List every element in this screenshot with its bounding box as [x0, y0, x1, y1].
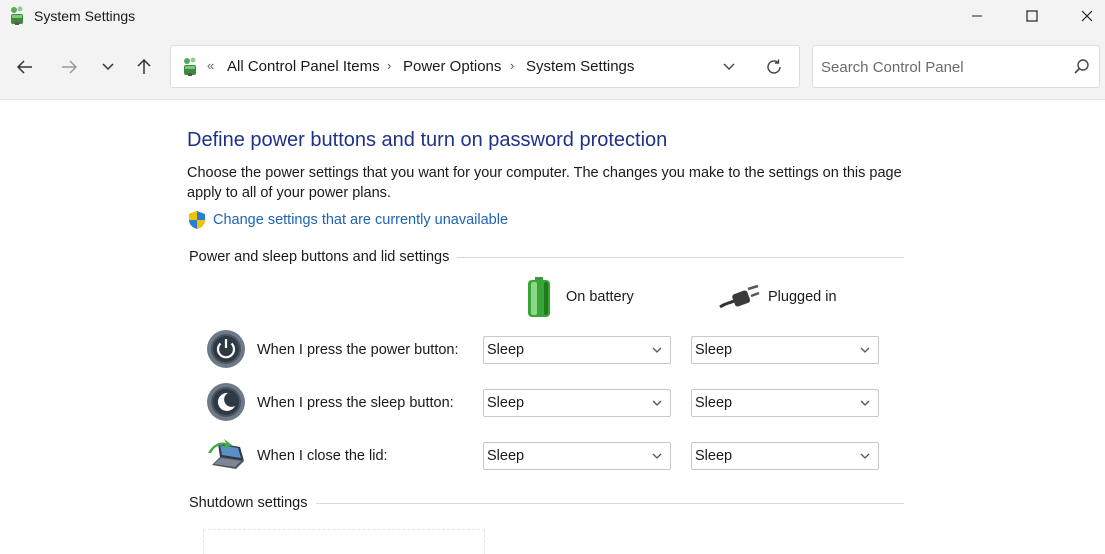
- chevron-down-icon: [860, 400, 870, 406]
- search-box[interactable]: [812, 45, 1100, 88]
- power-button-icon: [207, 330, 245, 368]
- close-lid-battery-select[interactable]: Sleep: [483, 442, 671, 470]
- page-description: Choose the power settings that you want …: [187, 165, 902, 201]
- arrow-up-icon: [137, 58, 151, 74]
- address-bar[interactable]: « All Control Panel Items › Power Option…: [170, 45, 800, 88]
- shutdown-settings-group: [203, 529, 485, 554]
- power-plug-icon: [719, 284, 760, 309]
- breadcrumb-all-control-panel-items[interactable]: All Control Panel Items: [227, 58, 380, 75]
- chevron-down-icon: [860, 453, 870, 459]
- power-button-battery-select[interactable]: Sleep: [483, 336, 671, 364]
- navigation-bar: « All Control Panel Items › Power Option…: [0, 34, 1105, 100]
- laptop-lid-icon: [208, 439, 244, 469]
- column-on-battery: On battery: [566, 289, 634, 305]
- sleep-button-battery-select[interactable]: Sleep: [483, 389, 671, 417]
- search-input[interactable]: [821, 56, 1061, 78]
- arrow-left-icon: [16, 60, 32, 74]
- selected-value: Sleep: [487, 395, 525, 411]
- selected-value: Sleep: [695, 448, 733, 464]
- main-content: Define power buttons and turn on passwor…: [0, 101, 1105, 554]
- selected-value: Sleep: [695, 342, 733, 358]
- breadcrumb-system-settings[interactable]: System Settings: [526, 58, 634, 75]
- chevron-down-icon: [652, 453, 662, 459]
- refresh-icon: [767, 59, 781, 74]
- selected-value: Sleep: [695, 395, 733, 411]
- maximize-button[interactable]: [1009, 0, 1055, 32]
- chevron-down-icon: [860, 347, 870, 353]
- close-button[interactable]: [1064, 0, 1105, 32]
- column-plugged-in: Plugged in: [768, 289, 837, 305]
- title-bar: System Settings: [0, 0, 1105, 34]
- breadcrumb-separator-icon[interactable]: ›: [510, 58, 514, 73]
- arrow-right-icon: [62, 60, 78, 74]
- close-lid-plugged-select[interactable]: Sleep: [691, 442, 879, 470]
- back-button[interactable]: [10, 52, 40, 82]
- close-icon: [1081, 10, 1093, 22]
- sleep-button-plugged-select[interactable]: Sleep: [691, 389, 879, 417]
- window-title: System Settings: [34, 8, 136, 24]
- breadcrumb-overflow-icon[interactable]: «: [207, 58, 214, 73]
- chevron-down-icon: [723, 63, 735, 70]
- selected-value: Sleep: [487, 342, 525, 358]
- chevron-down-icon: [652, 400, 662, 406]
- chevron-down-icon: [652, 347, 662, 353]
- section-shutdown-settings: Shutdown settings: [189, 495, 316, 511]
- control-panel-icon: [11, 6, 23, 25]
- page-title: Define power buttons and turn on passwor…: [187, 129, 668, 151]
- power-button-label: When I press the power button:: [257, 342, 459, 358]
- address-history-button[interactable]: [719, 57, 739, 77]
- uac-shield-icon: [189, 211, 205, 229]
- up-button[interactable]: [129, 52, 159, 82]
- breadcrumb-separator-icon[interactable]: ›: [387, 58, 391, 73]
- battery-icon: [528, 277, 550, 317]
- selected-value: Sleep: [487, 448, 525, 464]
- power-button-plugged-select[interactable]: Sleep: [691, 336, 879, 364]
- search-icon[interactable]: [1073, 58, 1091, 76]
- recent-locations-button[interactable]: [93, 52, 123, 82]
- breadcrumb-power-options[interactable]: Power Options: [403, 58, 501, 75]
- change-settings-link[interactable]: Change settings that are currently unava…: [213, 212, 508, 228]
- minimize-icon: [972, 15, 982, 17]
- minimize-button[interactable]: [954, 0, 1000, 32]
- refresh-button[interactable]: [763, 56, 785, 78]
- maximize-icon: [1026, 10, 1038, 22]
- chevron-down-icon: [102, 63, 114, 71]
- forward-button[interactable]: [54, 52, 84, 82]
- close-lid-label: When I close the lid:: [257, 448, 388, 464]
- sleep-button-label: When I press the sleep button:: [257, 395, 454, 411]
- control-panel-icon: [184, 57, 196, 76]
- sleep-button-icon: [207, 383, 245, 421]
- section-power-sleep-buttons: Power and sleep buttons and lid settings: [189, 249, 458, 265]
